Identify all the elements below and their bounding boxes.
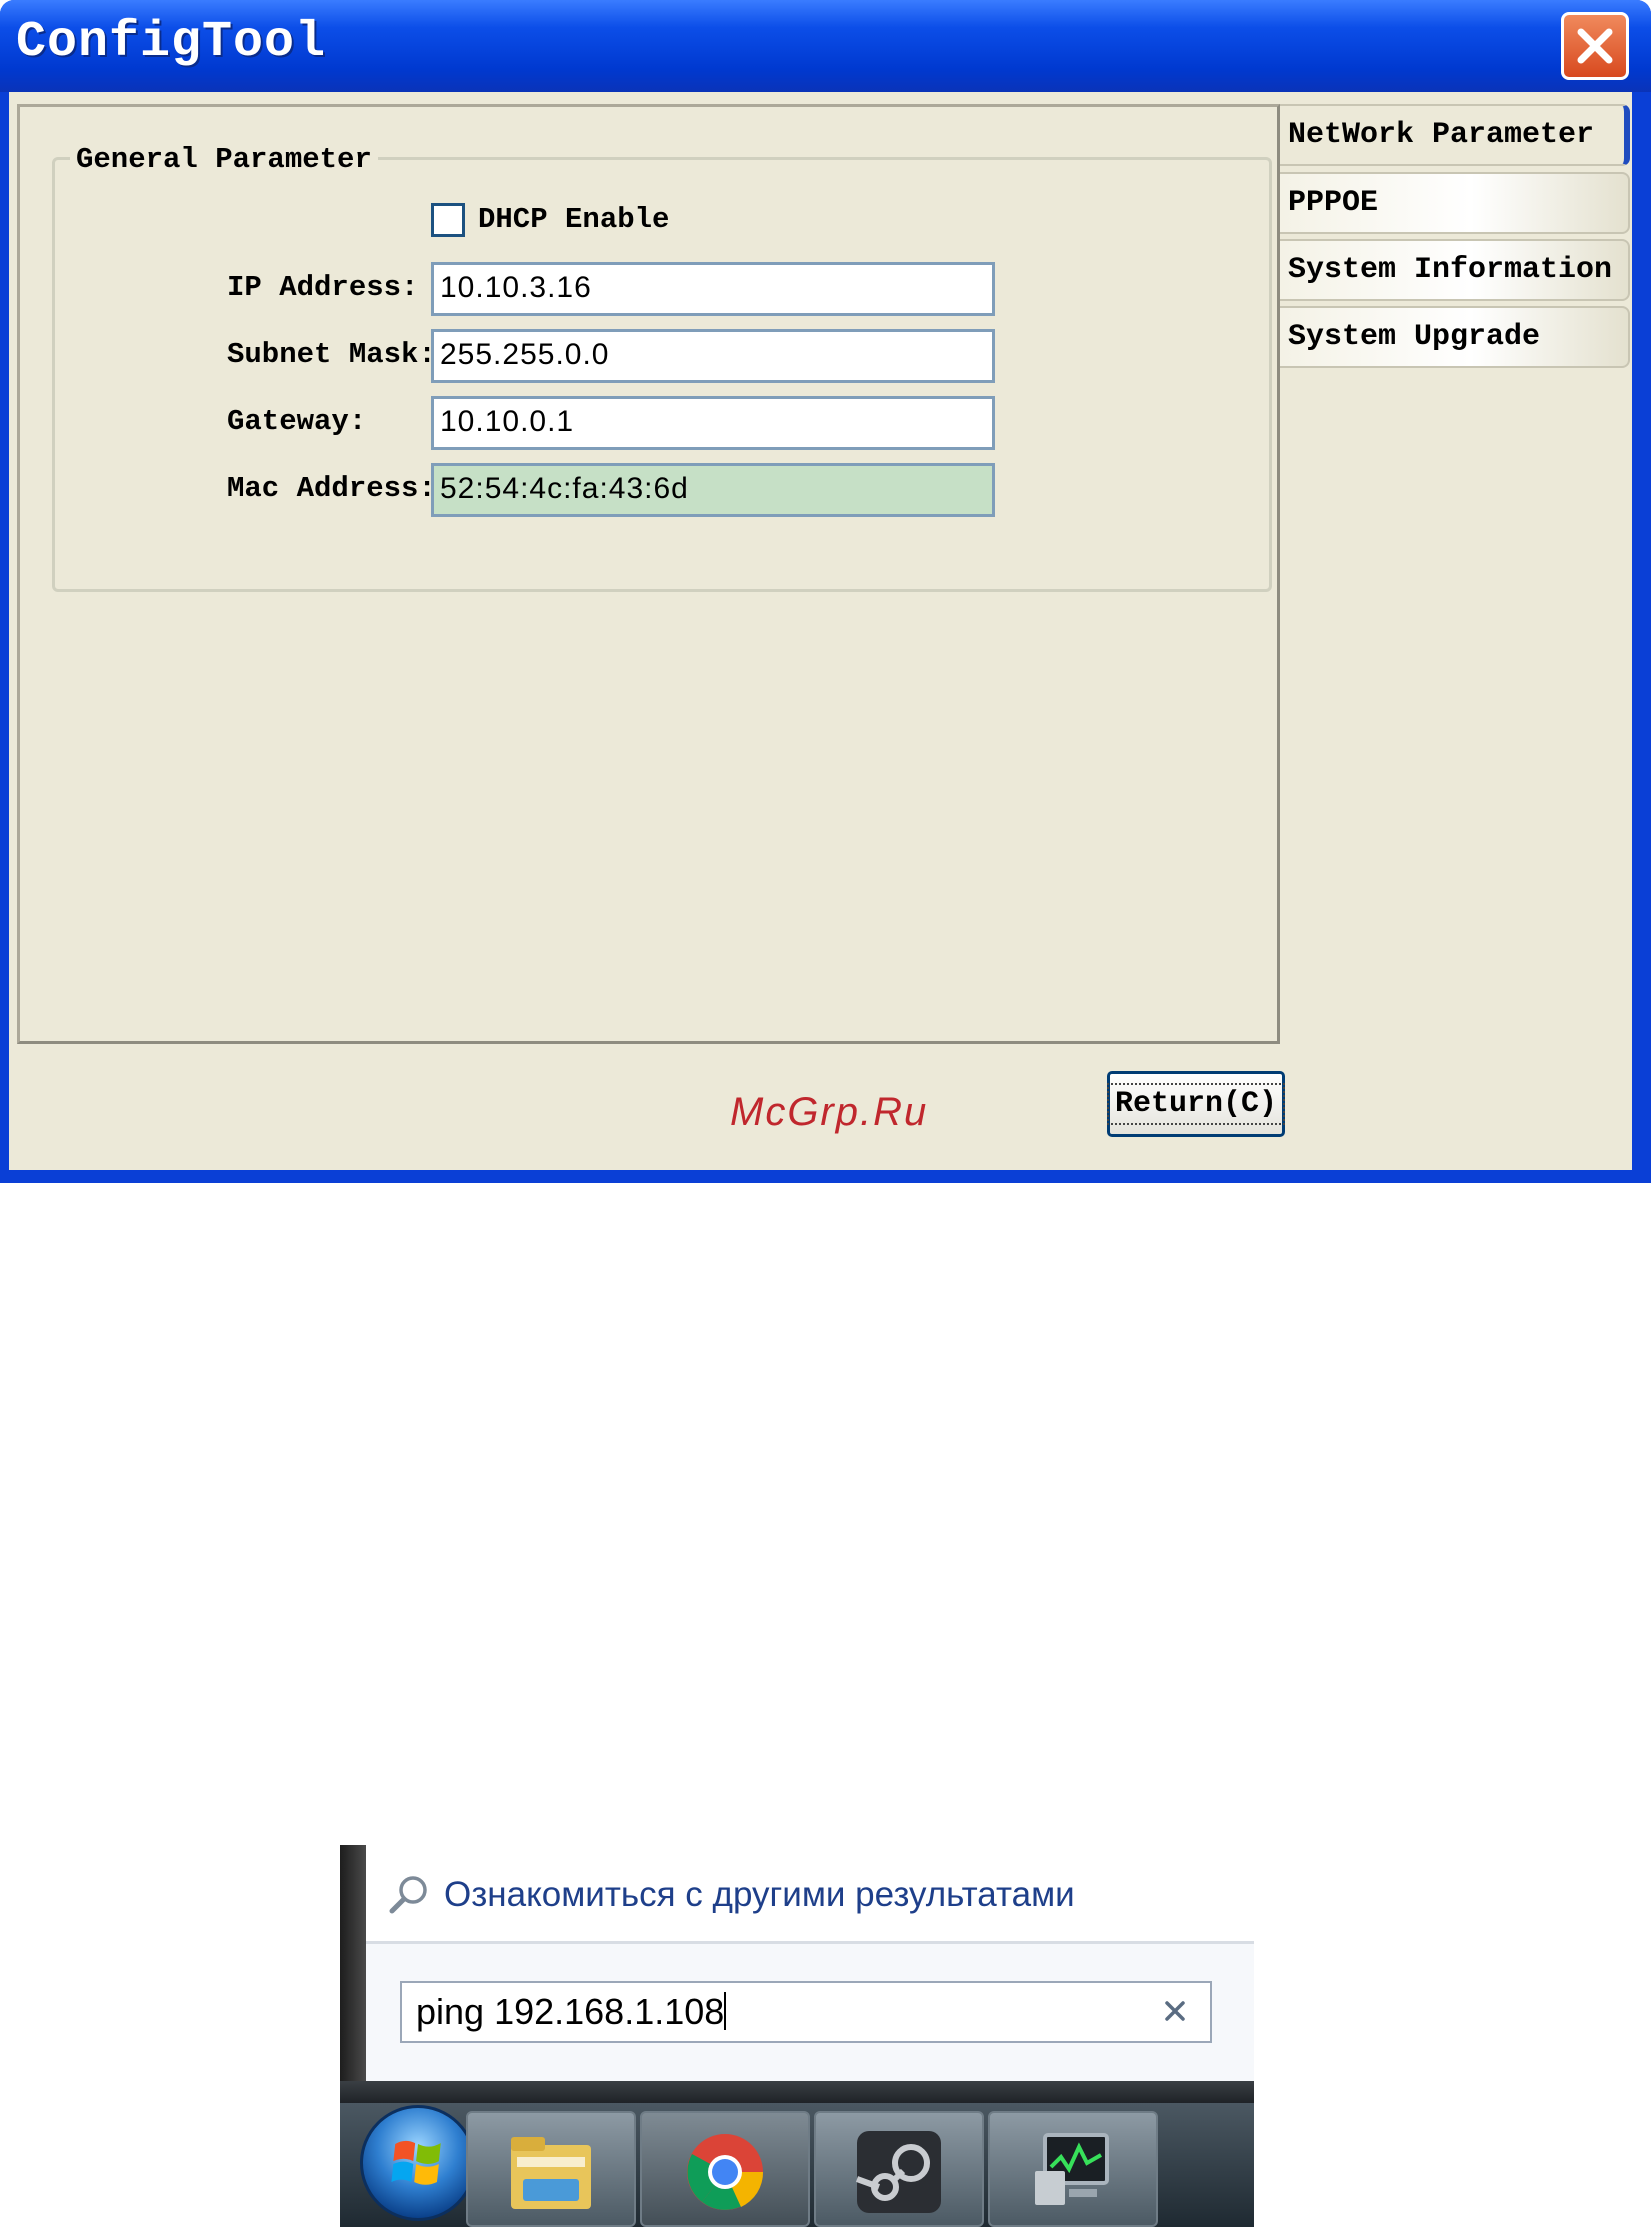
taskbar [340, 2103, 1254, 2227]
close-icon [1577, 28, 1613, 64]
client-area: General Parameter DHCP Enable IP Address… [9, 92, 1632, 1170]
search-query: ping 192.168.1.108 [416, 1991, 725, 2032]
ip-address-label: IP Address: [227, 271, 419, 304]
search-input[interactable]: ping 192.168.1.108 [400, 1981, 1212, 2043]
divider [366, 1941, 1254, 1944]
taskbar-chrome-button[interactable] [640, 2111, 810, 2227]
taskbar-explorer-button[interactable] [466, 2111, 636, 2227]
return-button-label: Return(C) [1106, 1083, 1286, 1125]
tab-pppoe[interactable]: PPPOE [1280, 172, 1630, 234]
mac-address-label: Mac Address: [227, 472, 436, 505]
taskbar-network-button[interactable] [988, 2111, 1158, 2227]
windows-orb-icon[interactable] [360, 2105, 476, 2221]
steam-icon [855, 2131, 941, 2213]
taskbar-steam-button[interactable] [814, 2111, 984, 2227]
mac-address-field: 52:54:4c:fa:43:6d [431, 463, 995, 517]
title-bar[interactable]: ConfigTool [0, 0, 1651, 92]
window-title: ConfigTool [16, 14, 327, 71]
see-more-results-link[interactable]: Ознакомиться с другими результатами [444, 1875, 1075, 1915]
search-icon [389, 1876, 427, 1914]
configtool-window: ConfigTool General Parameter DHCP Enable… [0, 0, 1651, 1183]
tab-network-parameter[interactable]: NetWork Parameter [1280, 104, 1630, 166]
subnet-mask-field[interactable]: 255.255.0.0 [431, 329, 995, 383]
start-menu-border [340, 2081, 1254, 2103]
network-monitor-icon [1035, 2133, 1109, 2205]
chrome-icon [687, 2134, 764, 2210]
group-title: General Parameter [70, 143, 378, 176]
start-menu-edge [340, 1845, 366, 2095]
tab-system-information[interactable]: System Information [1280, 239, 1630, 301]
clear-icon[interactable] [1155, 1991, 1195, 2031]
network-parameter-panel: General Parameter DHCP Enable IP Address… [17, 104, 1280, 1044]
file-explorer-icon [511, 2137, 591, 2209]
watermark-text: McGrp.Ru [730, 1090, 929, 1134]
ip-address-field[interactable]: 10.10.3.16 [431, 262, 995, 316]
windows-flag-icon [391, 2140, 441, 2185]
text-caret [724, 1992, 727, 2030]
close-button[interactable] [1561, 12, 1629, 80]
gateway-field[interactable]: 10.10.0.1 [431, 396, 995, 450]
dhcp-enable-checkbox[interactable] [431, 203, 465, 237]
start-menu-search: Ознакомиться с другими результатами ping… [340, 1845, 1254, 2227]
gateway-label: Gateway: [227, 405, 367, 438]
tab-system-upgrade[interactable]: System Upgrade [1280, 306, 1630, 368]
dhcp-enable-label: DHCP Enable [478, 203, 670, 236]
return-button[interactable]: Return(C) [1106, 1071, 1286, 1137]
subnet-mask-label: Subnet Mask: [227, 338, 436, 371]
